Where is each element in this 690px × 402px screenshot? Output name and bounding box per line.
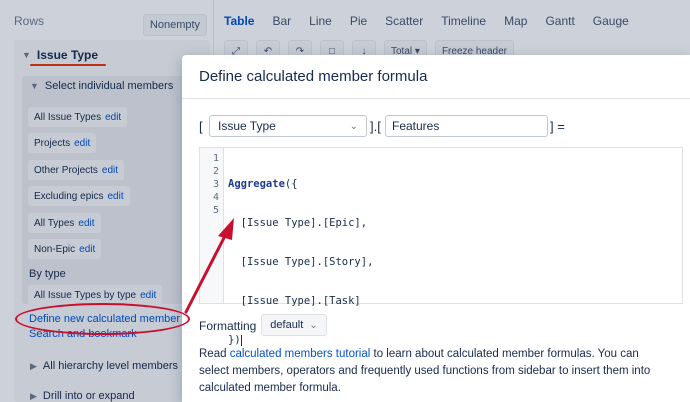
code-function: Aggregate bbox=[228, 178, 285, 190]
open-bracket: [ bbox=[199, 119, 203, 134]
dimension-select[interactable]: Issue Type ⌄ bbox=[209, 115, 367, 137]
line-number: 5 bbox=[212, 205, 219, 216]
code-line: [Issue Type].[Story], bbox=[228, 256, 374, 268]
line-number: 1 bbox=[212, 153, 219, 164]
close-bracket: ] = bbox=[550, 119, 565, 134]
code-line: [Issue Type].[Task] bbox=[228, 295, 361, 307]
dialog-title: Define calculated member formula bbox=[199, 68, 428, 85]
code-text: }) bbox=[228, 334, 241, 346]
code-line: Aggregate({ bbox=[228, 178, 373, 191]
bracket-separator: ].[ bbox=[370, 119, 381, 134]
formatting-value: default bbox=[270, 319, 304, 331]
code-text: ({ bbox=[284, 178, 298, 190]
calculated-member-dialog: Define calculated member formula [ Issue… bbox=[182, 55, 690, 402]
chevron-down-icon: ⌄ bbox=[349, 120, 358, 132]
help-text: Read calculated members tutorial to lear… bbox=[199, 346, 669, 397]
formatting-label: Formatting bbox=[199, 319, 257, 333]
dialog-header: Define calculated member formula bbox=[182, 55, 690, 99]
member-name-input[interactable] bbox=[385, 115, 548, 137]
annotation-ellipse bbox=[15, 303, 190, 335]
chevron-down-icon: ⌄ bbox=[309, 319, 318, 331]
line-number: 2 bbox=[212, 166, 219, 177]
dimension-select-value: Issue Type bbox=[218, 119, 276, 133]
tutorial-link[interactable]: calculated members tutorial bbox=[230, 348, 371, 360]
line-number: 3 bbox=[212, 179, 219, 190]
line-number: 4 bbox=[212, 192, 219, 203]
line-number-gutter: 1 2 3 4 5 bbox=[200, 148, 224, 303]
formula-editor[interactable]: 1 2 3 4 5 Aggregate({ [Issue Type].[Epic… bbox=[199, 147, 683, 346]
text-cursor bbox=[240, 334, 242, 346]
formatting-select[interactable]: default ⌄ bbox=[261, 314, 327, 336]
formula-code[interactable]: Aggregate({ [Issue Type].[Epic], [Issue … bbox=[228, 152, 373, 373]
code-line: [Issue Type].[Epic], bbox=[228, 217, 368, 229]
help-prefix: Read bbox=[199, 348, 230, 360]
